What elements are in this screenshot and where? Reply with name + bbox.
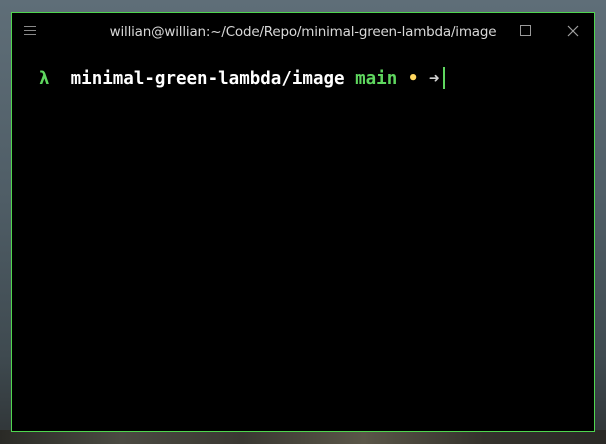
- terminal-area[interactable]: λ minimal-green-lambda/image main • ➜: [12, 51, 594, 431]
- prompt-arrow-icon: ➜: [428, 69, 440, 89]
- maximize-icon[interactable]: [517, 23, 533, 39]
- git-dirty-marker: •: [407, 69, 419, 89]
- window-title: willian@willian:~/Code/Repo/minimal-gree…: [109, 24, 497, 40]
- lambda-symbol: λ: [39, 69, 50, 89]
- terminal-window[interactable]: willian@willian:~/Code/Repo/minimal-gree…: [11, 12, 595, 432]
- desktop-wallpaper: [0, 430, 606, 444]
- git-branch: main: [355, 69, 398, 89]
- current-directory: minimal-green-lambda/image: [70, 69, 345, 89]
- shell-prompt: λ minimal-green-lambda/image main • ➜: [39, 67, 446, 91]
- close-icon[interactable]: [565, 23, 581, 39]
- text-cursor: [443, 67, 446, 89]
- window-titlebar[interactable]: willian@willian:~/Code/Repo/minimal-gree…: [12, 13, 594, 51]
